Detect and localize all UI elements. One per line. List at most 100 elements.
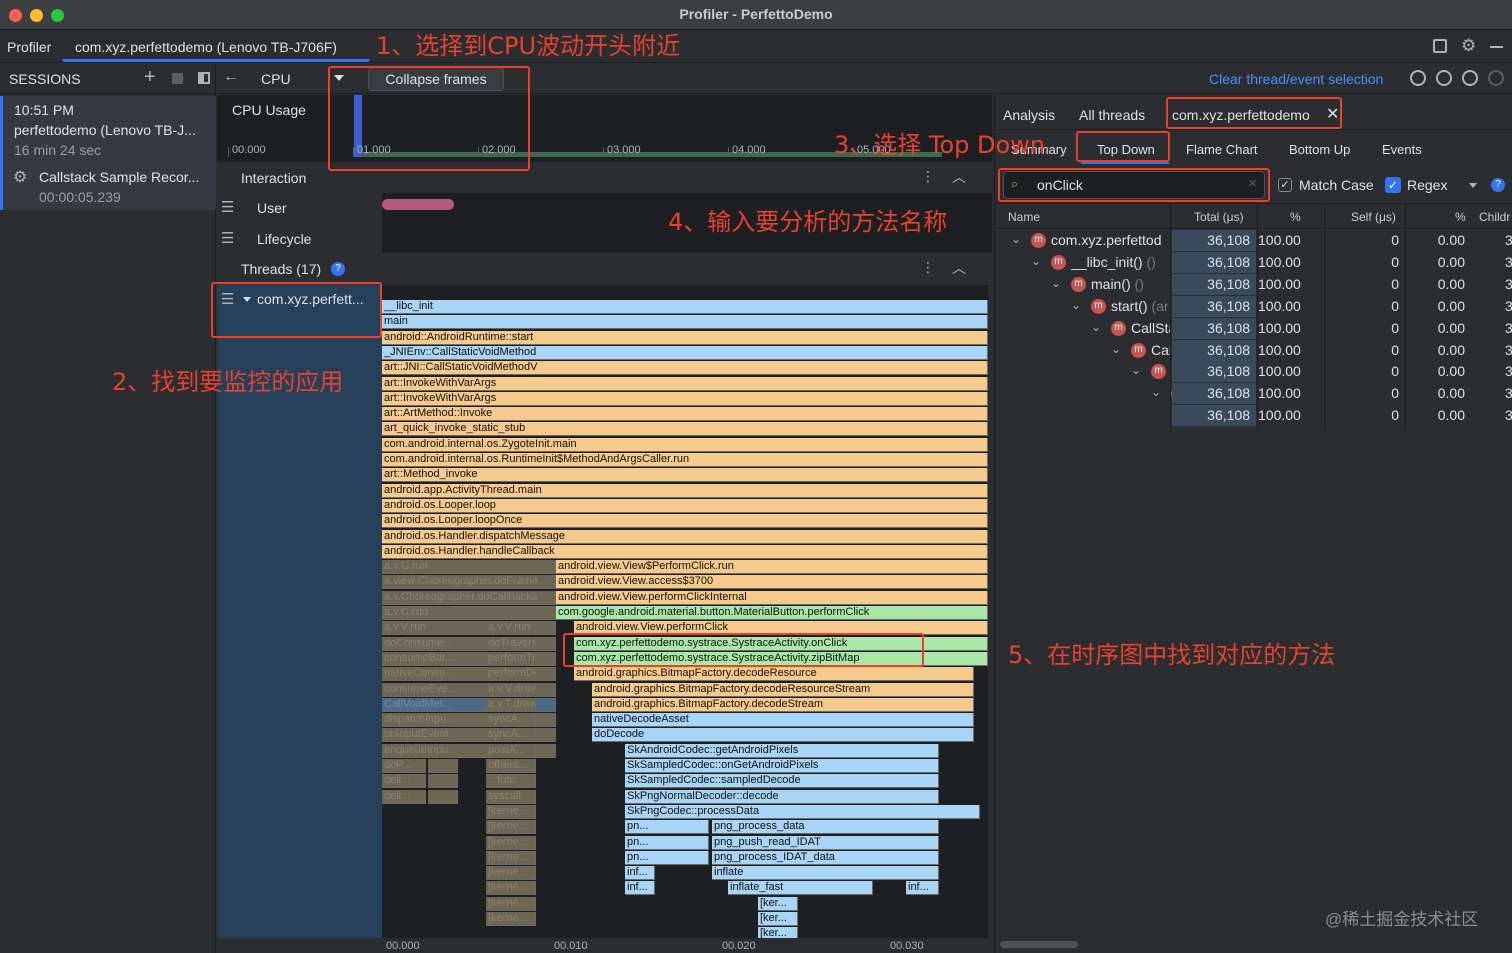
flame-frame[interactable] xyxy=(428,759,458,773)
flame-frame[interactable]: pn... xyxy=(625,850,709,865)
flame-frame[interactable]: inf... xyxy=(625,866,655,881)
flame-frame[interactable]: [kerne... xyxy=(486,835,536,850)
flame-frame[interactable]: syscall xyxy=(486,789,536,804)
flame-frame[interactable]: art::Method_invoke xyxy=(382,468,988,483)
add-session-icon[interactable]: + xyxy=(144,66,156,89)
tab-session[interactable]: com.xyz.perfettodemo (Lenovo TB-J706F) xyxy=(75,39,337,55)
flame-frame[interactable]: art::ArtMethod::Invoke xyxy=(382,407,988,422)
flame-frame[interactable]: inf... xyxy=(625,881,655,896)
flame-frame[interactable]: art::InvokeWithVarArgs xyxy=(382,376,988,391)
layout-icon[interactable] xyxy=(1433,39,1447,53)
tree-row[interactable]: ⌄ m __libc_init() () 36,108 100.00 0 0.00 3 xyxy=(995,251,1512,273)
tree-row[interactable]: ⌄m36,108100.0000.003 xyxy=(995,405,1512,427)
subtab-events[interactable]: Events xyxy=(1382,142,1422,157)
flame-frame[interactable] xyxy=(428,774,458,789)
flame-frame[interactable]: [kerne... xyxy=(486,866,536,881)
flame-frame[interactable]: art::InvokeWithVarArgs xyxy=(382,391,988,406)
flame-frame[interactable]: postA... xyxy=(486,743,536,758)
flame-frame[interactable]: a.v.Choreographer.doCallbacks xyxy=(382,590,556,605)
regex-checkbox[interactable]: ✓ xyxy=(1385,177,1401,193)
flame-frame[interactable]: a.v.V.draw xyxy=(486,682,536,697)
collapse-icon[interactable]: ︿ xyxy=(952,167,966,187)
panel-toggle-icon[interactable] xyxy=(198,72,210,84)
flame-frame[interactable]: [kerne... xyxy=(486,896,536,911)
flame-frame[interactable]: png_push_read_IDAT xyxy=(712,835,939,850)
flame-frame[interactable] xyxy=(428,789,458,804)
flame-frame[interactable]: android.graphics.BitmapFactory.decodeStr… xyxy=(592,697,974,712)
flame-frame[interactable]: com.google.android.material.button.Mater… xyxy=(556,606,988,620)
flame-frame[interactable]: [kerne... xyxy=(486,881,536,896)
col-total[interactable]: Total (μs) xyxy=(1194,210,1244,224)
gear-icon[interactable]: ⚙ xyxy=(1461,36,1476,56)
chevron-down-icon[interactable]: ⌄ xyxy=(1031,254,1041,268)
flame-frame[interactable]: android.graphics.BitmapFactory.decodeRes… xyxy=(592,682,974,697)
flame-frame[interactable]: performDr... xyxy=(486,667,536,682)
clear-selection-link[interactable]: Clear thread/event selection xyxy=(1209,71,1383,87)
zoom-out-icon[interactable] xyxy=(1410,70,1426,86)
tab-analysis[interactable]: Analysis xyxy=(1003,107,1055,123)
flame-frame[interactable]: android.view.View.access$3700 xyxy=(556,575,988,590)
flame-frame[interactable]: others... xyxy=(486,759,536,773)
flame-frame[interactable]: syncA... xyxy=(486,713,536,728)
flame-frame[interactable]: android.app.ActivityThread.main xyxy=(382,483,988,498)
more-options-icon[interactable]: ⋮ xyxy=(921,168,935,185)
flame-frame[interactable]: deli... xyxy=(382,774,426,789)
user-event-bar[interactable] xyxy=(382,199,454,210)
col-total-pct[interactable]: % xyxy=(1290,210,1301,224)
flame-frame[interactable]: android.os.Looper.loop xyxy=(382,498,988,513)
chevron-down-icon[interactable]: ⌄ xyxy=(1011,232,1021,246)
horizontal-scrollbar[interactable] xyxy=(1000,941,1078,948)
session-item[interactable]: 10:51 PM perfettodemo (Lenovo TB-J... 16… xyxy=(0,96,216,210)
flame-frame[interactable]: SkPngCodec::processData xyxy=(625,804,980,819)
tab-profiler[interactable]: Profiler xyxy=(7,39,51,55)
col-children[interactable]: Childr xyxy=(1479,210,1510,224)
flame-frame[interactable]: a.v.C.run xyxy=(382,606,556,620)
chevron-down-icon[interactable]: ⌄ xyxy=(1071,298,1081,312)
stop-icon[interactable] xyxy=(172,73,183,84)
flame-frame[interactable]: a.v.V.run xyxy=(486,621,536,636)
flame-frame[interactable]: com.android.internal.os.ZygoteInit.main xyxy=(382,437,988,452)
flame-frame[interactable]: performTr... xyxy=(486,651,536,666)
minimize-panel-icon[interactable] xyxy=(1490,46,1503,48)
go-live-icon[interactable] xyxy=(1488,70,1504,86)
flame-frame[interactable]: android.os.Looper.loopOnce xyxy=(382,514,988,529)
col-self-pct[interactable]: % xyxy=(1455,210,1466,224)
flame-frame[interactable]: a.v.T.draw xyxy=(486,697,536,712)
flame-frame[interactable]: nativeDecodeAsset xyxy=(592,713,974,728)
flame-frame[interactable]: main xyxy=(382,315,988,330)
chevron-down-icon[interactable]: ⌄ xyxy=(1151,385,1161,399)
tree-row[interactable]: ⌄ m Call 36,108 100.00 0 0.00 3 xyxy=(995,339,1512,361)
subtab-bottom-up[interactable]: Bottom Up xyxy=(1289,142,1350,157)
flame-frame[interactable]: doDecode xyxy=(592,728,974,743)
flame-frame[interactable]: png_process_data xyxy=(712,820,939,835)
flame-frame[interactable]: [kerne... xyxy=(486,850,536,865)
flame-frame[interactable]: android.view.View.performClickInternal xyxy=(556,590,988,605)
flame-frame[interactable]: png_process_IDAT_data xyxy=(712,850,939,865)
flame-frame[interactable]: SkSampledCodec::onGetAndroidPixels xyxy=(625,759,939,773)
flame-frame[interactable]: SkPngNormalDecoder::decode xyxy=(625,789,939,804)
match-case-checkbox[interactable]: ✓ xyxy=(1278,178,1292,192)
flame-frame[interactable]: inflate_fast xyxy=(728,881,873,896)
flame-frame[interactable]: doP... xyxy=(382,759,426,773)
recording-name[interactable]: Callstack Sample Recor... xyxy=(39,169,199,185)
flame-frame[interactable]: pn... xyxy=(625,835,709,850)
flame-frame[interactable]: android::AndroidRuntime::start xyxy=(382,330,988,345)
tree-row[interactable]: ⌄m36,108100.0000.003 xyxy=(995,383,1512,405)
col-name[interactable]: Name xyxy=(1008,210,1040,224)
drag-handle-icon[interactable]: ☰ xyxy=(221,198,234,216)
flame-frame[interactable]: art_quick_invoke_static_stub xyxy=(382,422,988,437)
flame-frame[interactable]: [kerne... xyxy=(486,804,536,819)
col-self[interactable]: Self (μs) xyxy=(1351,210,1396,224)
flame-frame[interactable]: [ker... xyxy=(758,927,798,938)
flame-chart[interactable]: __libc_init main android::AndroidRuntime::… xyxy=(382,285,988,938)
drag-handle-icon[interactable]: ☰ xyxy=(221,229,234,247)
tree-row[interactable]: ⌄ m main() () 36,108 100.00 0 0.00 3 xyxy=(995,273,1512,295)
flame-frame[interactable]: [kerne... xyxy=(486,820,536,835)
flame-frame[interactable]: _JNIEnv::CallStaticVoidMethod xyxy=(382,345,988,360)
chevron-down-icon[interactable]: ⌄ xyxy=(1131,363,1141,377)
flame-frame[interactable]: deli... xyxy=(382,789,426,804)
flame-frame[interactable]: SkAndroidCodec::getAndroidPixels xyxy=(625,743,939,758)
help-icon[interactable]: ? xyxy=(331,262,345,276)
reset-zoom-icon[interactable] xyxy=(1462,70,1478,86)
back-arrow-icon[interactable]: ← xyxy=(223,68,239,86)
